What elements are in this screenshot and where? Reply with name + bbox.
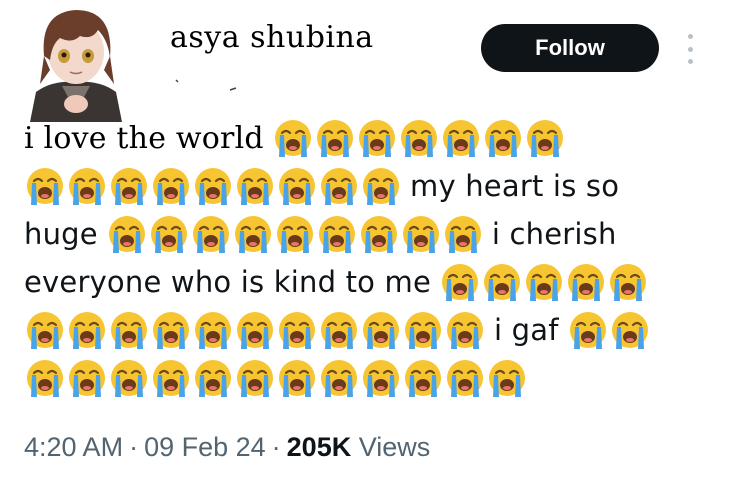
loudly-crying-face-icon <box>607 261 649 303</box>
loudly-crying-face-icon <box>358 213 400 255</box>
loudly-crying-face-icon <box>190 213 232 255</box>
tweet-text-segment: i cherish <box>491 217 617 251</box>
loudly-crying-face-icon <box>360 165 402 207</box>
tweet-text-segment: my heart is so <box>410 169 620 203</box>
loudly-crying-face-icon <box>108 165 150 207</box>
loudly-crying-face-icon <box>24 309 66 351</box>
loudly-crying-face-icon <box>106 213 148 255</box>
loudly-crying-face-icon <box>402 309 444 351</box>
loudly-crying-face-icon <box>234 309 276 351</box>
loudly-crying-face-icon <box>318 357 360 399</box>
loudly-crying-face-icon <box>108 309 150 351</box>
tweet-line: everyone who is kind to me <box>24 258 724 306</box>
loudly-crying-face-icon <box>318 165 360 207</box>
loudly-crying-face-icon <box>192 357 234 399</box>
views-label: Views <box>358 432 431 462</box>
handle-remnant <box>170 66 240 96</box>
loudly-crying-face-icon <box>276 309 318 351</box>
display-name[interactable]: asya shubina <box>170 20 374 55</box>
loudly-crying-face-icon <box>609 309 651 351</box>
loudly-crying-face-icon <box>272 117 314 159</box>
follow-button[interactable]: Follow <box>481 24 659 72</box>
tweet-line: my heart is so <box>24 162 724 210</box>
loudly-crying-face-icon <box>565 261 607 303</box>
loudly-crying-face-icon <box>276 357 318 399</box>
loudly-crying-face-icon <box>444 357 486 399</box>
loudly-crying-face-icon <box>486 357 528 399</box>
loudly-crying-face-icon <box>24 165 66 207</box>
loudly-crying-face-icon <box>108 357 150 399</box>
loudly-crying-face-icon <box>234 165 276 207</box>
tweet-line: i gaf <box>24 306 724 354</box>
loudly-crying-face-icon <box>192 309 234 351</box>
views-count[interactable]: 205K <box>287 432 352 462</box>
loudly-crying-face-icon <box>400 213 442 255</box>
avatar[interactable] <box>22 0 130 122</box>
loudly-crying-face-icon <box>442 213 484 255</box>
tweet-time[interactable]: 4:20 AM <box>24 432 123 462</box>
loudly-crying-face-icon <box>398 117 440 159</box>
meta-separator: · <box>271 432 281 462</box>
loudly-crying-face-icon <box>439 261 481 303</box>
tweet-text: i love the world my heart is so huge i cher… <box>24 114 724 402</box>
tweet-line <box>24 354 724 402</box>
loudly-crying-face-icon <box>567 309 609 351</box>
loudly-crying-face-icon <box>444 309 486 351</box>
loudly-crying-face-icon <box>314 117 356 159</box>
loudly-crying-face-icon <box>356 117 398 159</box>
tweet-line: huge i cherish <box>24 210 724 258</box>
loudly-crying-face-icon <box>276 165 318 207</box>
tweet-text-segment: huge <box>24 217 98 251</box>
more-options-icon[interactable] <box>678 34 702 64</box>
loudly-crying-face-icon <box>360 357 402 399</box>
meta-separator: · <box>129 432 139 462</box>
tweet-date[interactable]: 09 Feb 24 <box>144 432 266 462</box>
loudly-crying-face-icon <box>150 165 192 207</box>
loudly-crying-face-icon <box>523 261 565 303</box>
loudly-crying-face-icon <box>66 357 108 399</box>
loudly-crying-face-icon <box>66 309 108 351</box>
loudly-crying-face-icon <box>481 261 523 303</box>
loudly-crying-face-icon <box>24 357 66 399</box>
loudly-crying-face-icon <box>232 213 274 255</box>
loudly-crying-face-icon <box>274 213 316 255</box>
loudly-crying-face-icon <box>402 357 444 399</box>
loudly-crying-face-icon <box>482 117 524 159</box>
tweet-text-segment: everyone who is kind to me <box>24 265 432 299</box>
loudly-crying-face-icon <box>316 213 358 255</box>
tweet-text-segment: i love the world <box>24 120 264 156</box>
tweet-meta: 4:20 AM · 09 Feb 24 · 205K Views <box>24 432 430 463</box>
tweet-text-segment: i gaf <box>494 313 559 347</box>
loudly-crying-face-icon <box>148 213 190 255</box>
loudly-crying-face-icon <box>150 357 192 399</box>
tweet-line: i love the world <box>24 114 724 162</box>
loudly-crying-face-icon <box>440 117 482 159</box>
loudly-crying-face-icon <box>66 165 108 207</box>
loudly-crying-face-icon <box>318 309 360 351</box>
loudly-crying-face-icon <box>360 309 402 351</box>
loudly-crying-face-icon <box>524 117 566 159</box>
loudly-crying-face-icon <box>192 165 234 207</box>
loudly-crying-face-icon <box>150 309 192 351</box>
loudly-crying-face-icon <box>234 357 276 399</box>
